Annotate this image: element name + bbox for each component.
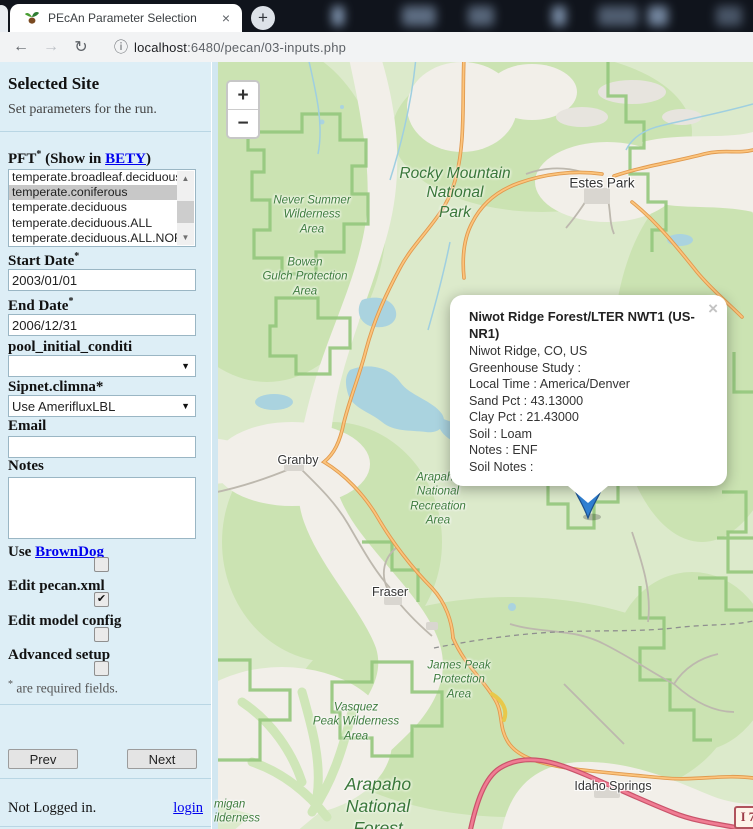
popup-line: Soil : Loam (469, 426, 708, 443)
zoom-in-button[interactable]: + (228, 82, 258, 110)
pecan-favicon-icon (24, 10, 40, 26)
url-bar: ← → ↻ ⓘ localhost:6480/pecan/03-inputs.p… (0, 32, 753, 63)
blurred-tab-content (552, 6, 566, 26)
bety-link[interactable]: BETY (105, 151, 146, 167)
popup-line: Soil Notes : (469, 459, 708, 476)
next-button[interactable]: Next (127, 749, 197, 769)
end-date-input[interactable] (8, 314, 196, 336)
pft-option[interactable]: temperate.coniferous (9, 185, 182, 200)
login-status-row: Not Logged in. login (8, 800, 203, 817)
interstate-70-shield: I 70 (734, 806, 753, 829)
popup-close-icon[interactable]: × (708, 299, 718, 319)
edit-model-config-checkbox[interactable] (94, 627, 109, 642)
pft-listbox[interactable]: ▲ ▼ temperate.broadleaf.deciduoustempera… (8, 169, 196, 247)
popup-line: Clay Pct : 21.43000 (469, 409, 708, 426)
sipnet-clim-select[interactable]: Use AmerifluxLBL ▼ (8, 395, 196, 417)
window-edge (0, 5, 8, 32)
start-date-input[interactable] (8, 269, 196, 291)
tab-title: PEcAn Parameter Selection (48, 11, 218, 25)
login-link[interactable]: login (173, 800, 203, 817)
pft-option[interactable]: temperate.deciduous.ALL.NORM (9, 231, 182, 246)
pool-initial-label: pool_initial_conditi (8, 338, 203, 356)
popup-line: Sand Pct : 43.13000 (469, 393, 708, 410)
pft-option[interactable]: temperate.deciduous.ALL (9, 216, 182, 231)
blurred-tab-content (468, 6, 494, 26)
required-fields-note: * are required fields. (8, 679, 203, 697)
page-subtitle: Set parameters for the run. (8, 102, 203, 118)
blurred-tab-content (716, 6, 742, 26)
reload-icon[interactable]: ↻ (66, 37, 96, 57)
blurred-tab-content (598, 6, 638, 26)
url-host: localhost (134, 40, 187, 55)
pool-initial-select[interactable]: ▼ (8, 355, 196, 377)
new-tab-button[interactable]: + (251, 6, 275, 30)
sipnet-clim-label: Sipnet.climna* (8, 378, 203, 396)
divider (0, 826, 211, 827)
start-date-label: Start Date* (8, 248, 203, 270)
page-info-icon[interactable]: ⓘ (114, 37, 128, 57)
scroll-up-icon[interactable]: ▲ (177, 171, 194, 186)
blurred-tab-content (332, 6, 344, 26)
tab-strip: PEcAn Parameter Selection × + (0, 0, 753, 32)
prev-button[interactable]: Prev (8, 749, 78, 769)
scroll-down-icon[interactable]: ▼ (177, 230, 194, 245)
popup-tail (568, 486, 608, 503)
divider (0, 131, 211, 132)
back-icon[interactable]: ← (6, 38, 36, 56)
scrollbar-thumb[interactable] (177, 201, 194, 223)
chevron-down-icon: ▼ (181, 401, 190, 411)
blurred-tab-content (402, 6, 436, 26)
pft-option[interactable]: temperate.deciduous (9, 200, 182, 215)
email-input[interactable] (8, 436, 196, 458)
map-zoom-control: + − (226, 80, 260, 139)
divider (0, 778, 211, 779)
browser-window: PEcAn Parameter Selection × + ← → ↻ ⓘ lo… (0, 0, 753, 829)
notes-label: Notes (8, 457, 203, 475)
listbox-scrollbar[interactable]: ▲ ▼ (177, 171, 194, 245)
pft-option[interactable]: temperate.broadleaf.deciduous (9, 170, 182, 185)
popup-line: Local Time : America/Denver (469, 376, 708, 393)
url-path: :6480/pecan/03-inputs.php (187, 40, 346, 55)
advanced-setup-checkbox[interactable] (94, 661, 109, 676)
address-text[interactable]: localhost:6480/pecan/03-inputs.php (134, 40, 346, 55)
divider (0, 704, 211, 705)
browndog-checkbox[interactable] (94, 557, 109, 572)
zoom-out-button[interactable]: − (228, 110, 258, 137)
browser-tab[interactable]: PEcAn Parameter Selection × (10, 4, 242, 32)
chevron-down-icon: ▼ (181, 361, 190, 371)
map[interactable]: Rocky MountainNationalParkEstes ParkNeve… (211, 62, 753, 829)
popup-line: Greenhouse Study : (469, 360, 708, 377)
edit-pecan-checkbox[interactable]: ✔ (94, 592, 109, 607)
email-label: Email (8, 417, 203, 435)
popup-line: Notes : ENF (469, 442, 708, 459)
map-edge-band (212, 62, 218, 829)
blurred-tab-content (648, 6, 668, 26)
pft-label: PFT* (Show in BETY) (8, 146, 203, 168)
tab-close-icon[interactable]: × (218, 10, 234, 26)
login-status: Not Logged in. (8, 800, 96, 816)
sidebar: Selected Site Set parameters for the run… (0, 62, 211, 829)
popup-title: Niwot Ridge Forest/LTER NWT1 (US-NR1) (469, 308, 708, 342)
notes-textarea[interactable] (8, 477, 196, 539)
site-info-popup: × Niwot Ridge Forest/LTER NWT1 (US-NR1) … (450, 295, 727, 486)
popup-line: Niwot Ridge, CO, US (469, 343, 708, 360)
page-title: Selected Site (8, 74, 203, 94)
forward-icon[interactable]: → (36, 38, 66, 56)
end-date-label: End Date* (8, 293, 203, 315)
